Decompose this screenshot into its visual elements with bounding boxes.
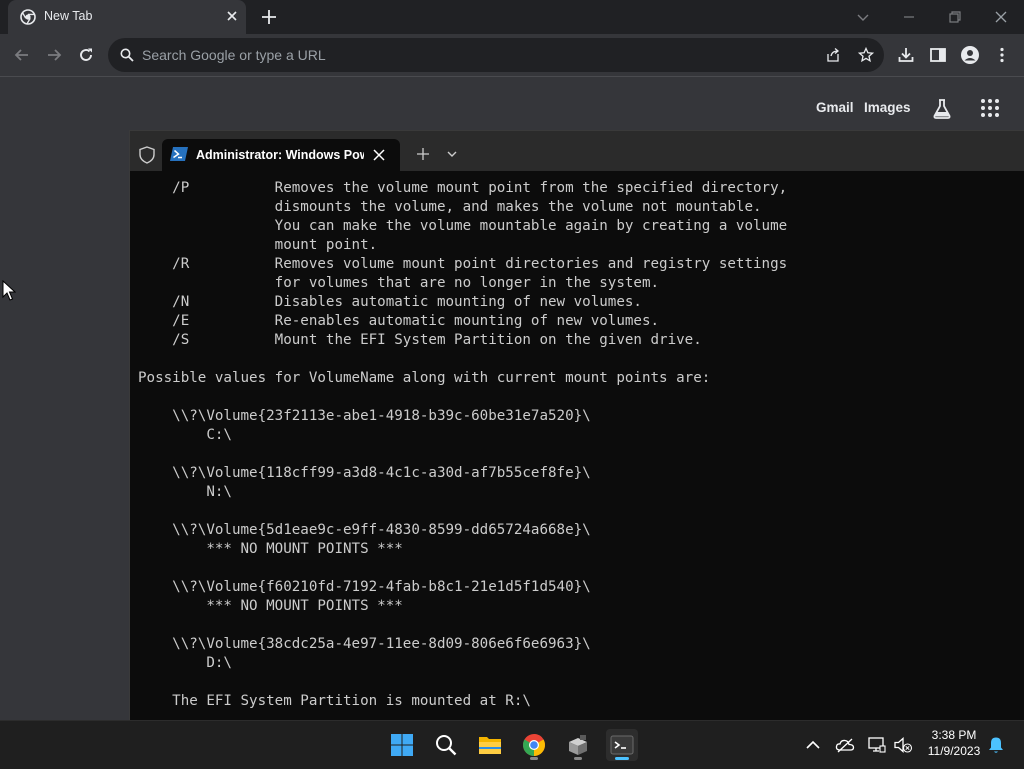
taskbar-search-button[interactable] [430,729,462,761]
chrome-icon [523,734,545,756]
close-terminal-tab-icon[interactable] [372,148,386,162]
bookmark-star-icon[interactable] [858,47,874,63]
chrome-button[interactable] [518,729,550,761]
gmail-link[interactable]: Gmail [816,100,854,115]
browser-tab-new-tab[interactable]: New Tab [8,0,246,34]
download-icon[interactable] [896,45,916,65]
terminal-line: /R Removes volume mount point directorie… [138,256,788,272]
terminal-line: N:\ [138,484,232,500]
new-tab-plus-icon[interactable] [260,8,278,26]
terminal-window[interactable]: Administrator: Windows PowerShell /P Rem… [129,130,1024,721]
restore-icon[interactable] [945,7,965,27]
terminal-line: /P Removes the volume mount point from t… [138,180,788,196]
terminal-line: \\?\Volume{5d1eae9c-e9ff-4830-8599-dd657… [138,522,591,538]
terminal-taskbar-button[interactable] [606,729,638,761]
terminal-line: /S Mount the EFI System Partition on the… [138,332,702,348]
labs-flask-icon[interactable] [930,97,954,121]
terminal-line: *** NO MOUNT POINTS *** [138,598,403,614]
google-apps-grid-icon[interactable] [980,98,1000,118]
file-explorer-icon [479,737,501,754]
terminal-line: *** NO MOUNT POINTS *** [138,541,403,557]
show-hidden-icons-chevron-icon[interactable] [803,735,823,755]
network-icon[interactable] [867,735,887,755]
clock-time: 3:38 PM [931,728,977,742]
taskbar [0,720,1024,769]
terminal-line: /N Disables automatic mounting of new vo… [138,294,642,310]
terminal-line: The EFI System Partition is mounted at R… [138,693,531,709]
terminal-line: \\?\Volume{23f2113e-abe1-4918-b39c-60be3… [138,408,591,424]
terminal-dropdown-chevron-icon[interactable] [446,149,458,159]
app-installer-button[interactable] [562,729,594,761]
profile-avatar-icon[interactable] [960,45,980,65]
forward-arrow-icon[interactable] [44,45,64,65]
omnibox-placeholder: Search Google or type a URL [142,47,326,63]
admin-shield-icon [139,146,155,164]
search-icon [436,735,457,756]
taskbar-clock[interactable]: 3:38 PM 11/9/2023 [916,727,992,759]
tab-search-chevron-icon[interactable] [853,7,873,27]
terminal-line: /E Re-enables automatic mounting of new … [138,313,660,329]
share-icon[interactable] [825,47,841,63]
omnibox[interactable]: Search Google or type a URL [108,38,884,72]
terminal-tab[interactable]: Administrator: Windows PowerShell [162,139,400,171]
terminal-line: for volumes that are no longer in the sy… [138,275,660,291]
onedrive-cloud-icon[interactable] [835,735,855,755]
volume-muted-icon[interactable] [893,735,913,755]
terminal-line: dismounts the volume, and makes the volu… [138,199,762,215]
terminal-tab-title: Administrator: Windows PowerShell [196,148,364,162]
terminal-titlebar[interactable]: Administrator: Windows PowerShell [130,131,1024,171]
back-arrow-icon[interactable] [12,45,32,65]
clock-date: 11/9/2023 [927,744,981,758]
close-window-icon[interactable] [991,7,1011,27]
start-button[interactable] [386,729,418,761]
terminal-line: You can make the volume mountable again … [138,218,788,234]
chrome-favicon-icon [20,9,36,25]
terminal-output[interactable]: /P Removes the volume mount point from t… [138,179,787,711]
file-explorer-button[interactable] [474,729,506,761]
start-icon [391,734,413,756]
terminal-line: C:\ [138,427,232,443]
browser-tab-strip: New Tab [0,0,1024,34]
terminal-line: \\?\Volume{118cff99-a3d8-4c1c-a30d-af7b5… [138,465,591,481]
chrome-running-indicator [530,757,538,760]
app-installer-running-indicator [574,757,582,760]
minimize-icon[interactable] [899,7,919,27]
images-link[interactable]: Images [864,100,911,115]
terminal-line: D:\ [138,655,232,671]
reload-icon[interactable] [76,45,96,65]
browser-toolbar: Search Google or type a URL [0,34,1024,77]
browser-tab-title: New Tab [44,9,93,23]
terminal-line: \\?\Volume{f60210fd-7192-4fab-b8c1-21e1d… [138,579,591,595]
powershell-icon [170,147,188,161]
new-terminal-tab-icon[interactable] [416,147,430,161]
side-panel-icon[interactable] [928,45,948,65]
search-icon [120,48,134,62]
terminal-active-indicator [615,757,629,760]
mouse-pointer-icon [2,280,16,301]
close-tab-icon[interactable] [224,8,240,24]
terminal-icon [610,735,634,755]
more-menu-icon[interactable] [992,45,1012,65]
terminal-line: mount point. [138,237,378,253]
terminal-line: \\?\Volume{38cdc25a-4e97-11ee-8d09-806e6… [138,636,591,652]
terminal-line: Possible values for VolumeName along wit… [138,370,711,386]
app-installer-icon [569,735,587,755]
